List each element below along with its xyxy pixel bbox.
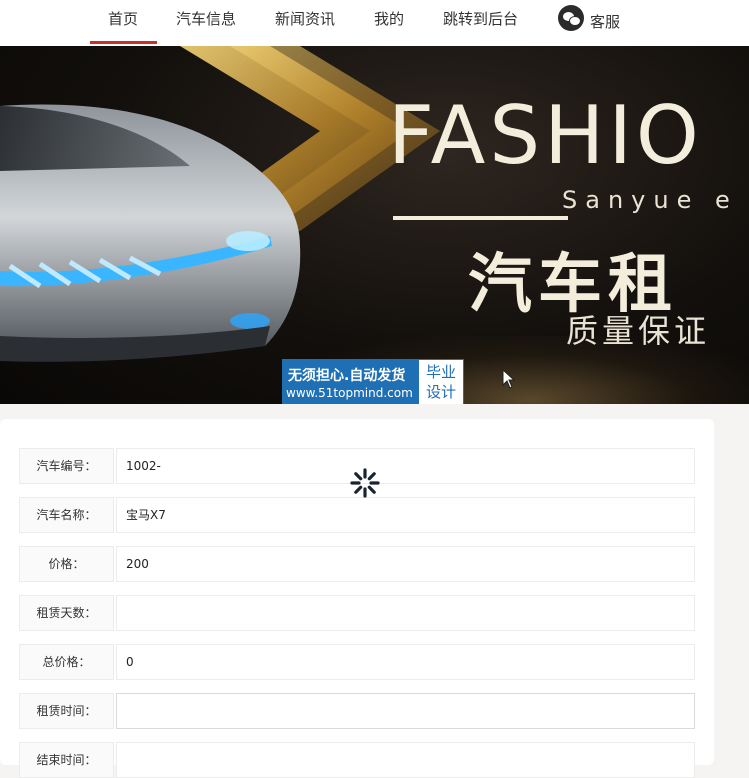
form-row-end-time: 结束时间： xyxy=(19,742,695,778)
total-price-label: 总价格： xyxy=(19,644,114,680)
watermark-box: 毕业设计 xyxy=(419,360,463,404)
nav-item-mine[interactable]: 我的 xyxy=(374,0,404,44)
watermark-line-2: www.51topmind.com xyxy=(286,386,413,400)
banner-title: FASHIO xyxy=(388,89,703,182)
hero-banner: FASHIO Sanyue e 汽车租 质量保证 无须担心.自动发货 www.5… xyxy=(0,46,749,404)
nav-item-car-info[interactable]: 汽车信息 xyxy=(176,0,236,44)
form-row-total-price: 总价格： 0 xyxy=(19,644,695,680)
rental-time-label: 租赁时间： xyxy=(19,693,114,729)
banner-divider xyxy=(393,216,568,220)
car-name-field[interactable]: 宝马X7 xyxy=(116,497,695,533)
price-label: 价格： xyxy=(19,546,114,582)
end-time-field[interactable] xyxy=(116,742,695,778)
end-time-label: 结束时间： xyxy=(19,742,114,778)
price-field[interactable]: 200 xyxy=(116,546,695,582)
nav-item-news[interactable]: 新闻资讯 xyxy=(275,0,335,44)
loading-spinner-icon xyxy=(350,468,380,498)
rental-time-field[interactable] xyxy=(116,693,695,729)
watermark-badge: 无须担心.自动发货 www.51topmind.com 毕业设计 xyxy=(282,359,464,404)
wechat-icon[interactable] xyxy=(558,5,584,31)
total-price-field[interactable]: 0 xyxy=(116,644,695,680)
form-row-car-name: 汽车名称： 宝马X7 xyxy=(19,497,695,533)
rental-days-label: 租赁天数： xyxy=(19,595,114,631)
nav-active-indicator xyxy=(90,41,157,44)
car-id-label: 汽车编号： xyxy=(19,448,114,484)
form-row-rental-time: 租赁时间： xyxy=(19,693,695,729)
form-row-price: 价格： 200 xyxy=(19,546,695,582)
banner-cn-subtitle: 质量保证 xyxy=(566,312,711,350)
car-id-field[interactable]: 1002- xyxy=(116,448,695,484)
form-row-rental-days: 租赁天数： xyxy=(19,595,695,631)
nav-item-admin[interactable]: 跳转到后台 xyxy=(443,0,518,44)
watermark-line-1: 无须担心.自动发货 xyxy=(288,368,406,384)
nav-item-service[interactable]: 客服 xyxy=(590,3,620,47)
rental-days-field[interactable] xyxy=(116,595,695,631)
nav-item-home[interactable]: 首页 xyxy=(108,0,138,44)
top-nav: 首页 汽车信息 新闻资讯 我的 跳转到后台 客服 xyxy=(0,0,749,46)
car-name-label: 汽车名称： xyxy=(19,497,114,533)
banner-subtitle: Sanyue e xyxy=(562,186,738,214)
mouse-cursor-icon xyxy=(502,369,516,389)
